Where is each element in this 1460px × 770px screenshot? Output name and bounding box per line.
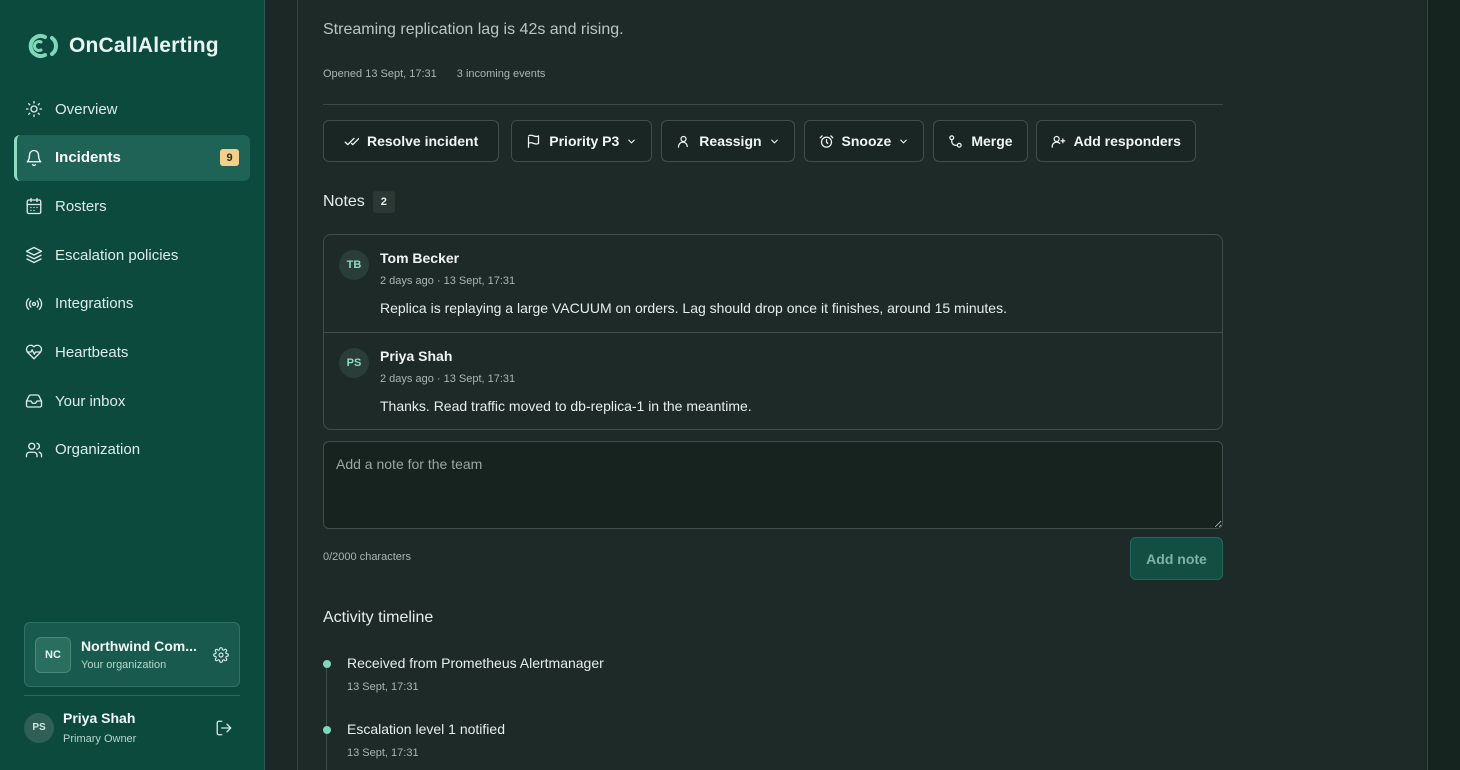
chevron-down-icon (628, 139, 636, 144)
divider (323, 104, 1223, 105)
add-note-button[interactable]: Add note (1130, 537, 1223, 580)
opened-timestamp: Opened 13 Sept, 17:31 (323, 68, 437, 80)
note-timestamp: 2 days ago · 13 Sept, 17:31 (380, 275, 516, 287)
timeline-timestamp: 13 Sept, 17:31 (347, 681, 419, 693)
resolve-incident-label: Resolve incident (367, 133, 479, 149)
list-item: PS Priya Shah 2 days ago · 13 Sept, 17:3… (324, 332, 1222, 429)
double-check-icon (344, 137, 359, 145)
heart-pulse-icon (25, 345, 43, 360)
brand-name: OnCallAlerting (69, 34, 219, 57)
sidebar-item-integrations[interactable]: Integrations (14, 281, 250, 327)
incoming-events-count[interactable]: 3 incoming events (457, 68, 546, 80)
priority-dropdown[interactable]: Priority P3 (511, 120, 653, 162)
note-timestamp: 2 days ago · 13 Sept, 17:31 (380, 373, 516, 385)
git-merge-icon (949, 134, 963, 148)
user-name: Priya Shah (63, 710, 136, 726)
sidebar-item-label: Incidents (55, 149, 121, 167)
incident-description: Streaming replication lag is 42s and ris… (323, 21, 624, 38)
avatar: TB (339, 250, 369, 280)
org-subtitle: Your organization (81, 659, 167, 671)
brand[interactable]: OnCallAlerting (25, 32, 219, 60)
user-icon (678, 135, 689, 148)
priority-label: Priority P3 (549, 133, 620, 149)
gear-icon[interactable] (213, 646, 229, 663)
sidebar-item-label: Your inbox (55, 392, 126, 410)
sidebar-item-incidents[interactable]: Incidents 9 (14, 134, 250, 181)
notes-heading: Notes 2 (323, 191, 395, 213)
sidebar-item-label: Escalation policies (55, 246, 179, 264)
sidebar-item-escalation-policies[interactable]: Escalation policies (14, 232, 250, 278)
layers-icon (25, 246, 43, 264)
sidebar-item-organization[interactable]: Organization (14, 427, 250, 473)
timeline-label: Escalation level 1 notified (347, 721, 505, 737)
add-responders-label: Add responders (1073, 133, 1181, 149)
users-icon (25, 442, 43, 458)
calendar-icon (26, 198, 42, 215)
right-gutter (1428, 0, 1460, 770)
logout-icon[interactable] (215, 719, 233, 737)
user-role: Primary Owner (63, 733, 137, 745)
alarm-clock-icon (819, 134, 833, 148)
sidebar-item-label: Organization (55, 441, 141, 459)
timeline-line (326, 664, 327, 770)
bell-icon (26, 149, 42, 166)
sidebar-item-label: Rosters (55, 197, 107, 215)
reassign-label: Reassign (699, 133, 762, 149)
note-body: Replica is replaying a large VACUUM on o… (380, 300, 1007, 316)
note-author: Tom Becker (380, 250, 460, 266)
flag-icon (528, 134, 540, 148)
timeline-label: Received from Prometheus Alertmanager (347, 655, 604, 671)
notes-list: TB Tom Becker 2 days ago · 13 Sept, 17:3… (323, 234, 1223, 430)
note-body: Thanks. Read traffic moved to db-replica… (380, 398, 752, 414)
timeline-dot (323, 660, 331, 668)
sidebar: OnCallAlerting Overview Incidents 9 Rost… (0, 0, 265, 770)
snooze-dropdown[interactable]: Snooze (803, 120, 925, 162)
notes-count-badge: 2 (372, 191, 395, 213)
character-counter: 0/2000 characters (323, 551, 412, 563)
logo-icon (28, 34, 58, 58)
sidebar-item-label: Heartbeats (55, 343, 129, 361)
list-item: TB Tom Becker 2 days ago · 13 Sept, 17:3… (324, 235, 1222, 332)
sun-icon (25, 100, 43, 118)
merge-button[interactable]: Merge (933, 120, 1028, 162)
sidebar-item-rosters[interactable]: Rosters (14, 183, 250, 229)
sidebar-item-heartbeats[interactable]: Heartbeats (14, 329, 250, 375)
snooze-label: Snooze (841, 133, 892, 149)
current-user: PS Priya Shah Primary Owner (24, 695, 240, 755)
timeline-timestamp: 13 Sept, 17:31 (347, 747, 419, 759)
notes-title: Notes (323, 193, 365, 210)
broadcast-icon (25, 297, 43, 310)
resolve-incident-button[interactable]: Resolve incident (323, 120, 500, 162)
note-author: Priya Shah (380, 348, 453, 364)
merge-label: Merge (971, 133, 1013, 149)
user-plus-icon (1051, 135, 1065, 148)
chevron-down-icon (770, 139, 778, 144)
organization-switcher[interactable]: NC Northwind Com... Your organization (24, 622, 240, 687)
avatar: PS (24, 712, 54, 743)
reassign-dropdown[interactable]: Reassign (661, 120, 795, 162)
org-avatar: NC (35, 636, 71, 673)
sidebar-item-your-inbox[interactable]: Your inbox (14, 378, 250, 424)
org-name: Northwind Com... (81, 638, 197, 654)
sidebar-nav: Overview Incidents 9 Rosters Escalation … (14, 86, 250, 476)
sidebar-item-label: Overview (55, 100, 118, 118)
sidebar-item-label: Integrations (55, 295, 134, 313)
incident-meta: Opened 13 Sept, 17:31 3 incoming events (323, 68, 545, 80)
sidebar-item-overview[interactable]: Overview (14, 86, 250, 132)
note-input[interactable] (323, 441, 1223, 529)
activity-timeline-heading: Activity timeline (323, 609, 434, 626)
chevron-down-icon (900, 139, 908, 144)
incidents-count-badge: 9 (220, 149, 239, 167)
inbox-icon (25, 394, 43, 408)
timeline-dot (323, 726, 331, 734)
incident-actions: Resolve incident Priority P3 Reassign Sn… (323, 120, 1205, 162)
add-responders-button[interactable]: Add responders (1035, 120, 1196, 162)
avatar: PS (339, 348, 369, 378)
